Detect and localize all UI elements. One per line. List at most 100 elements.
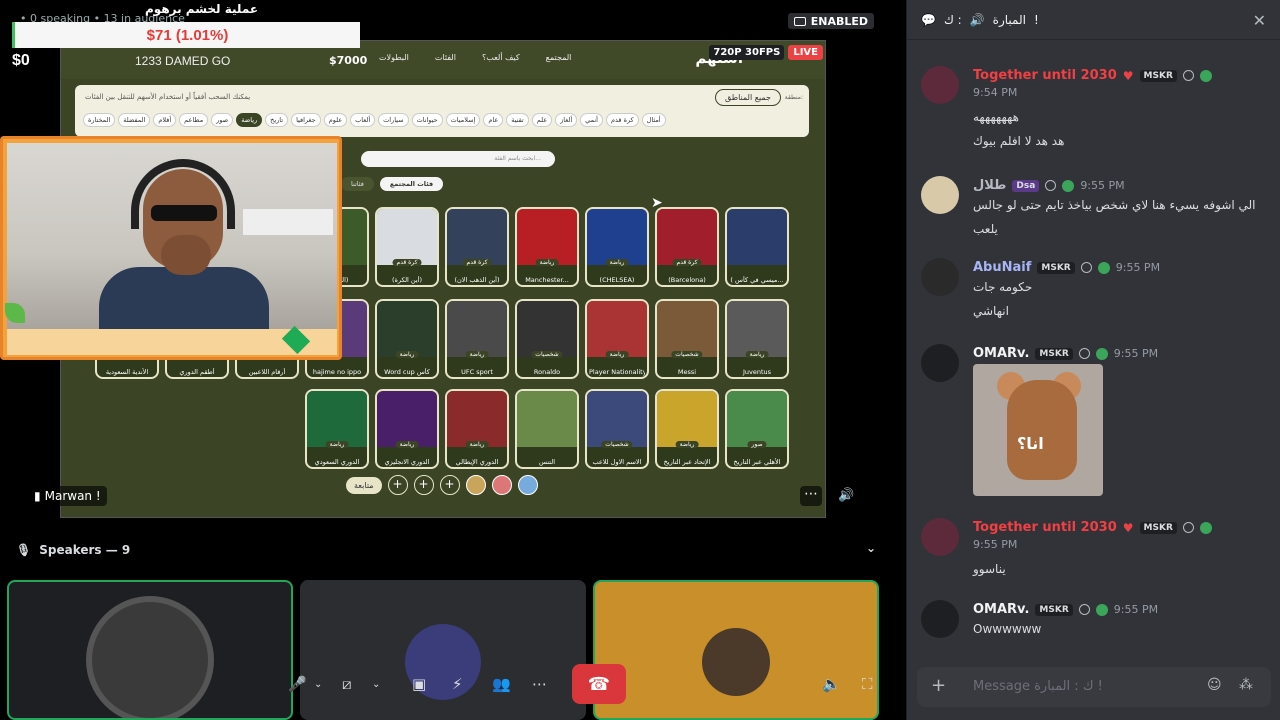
role-icon	[1095, 347, 1108, 360]
category-card[interactable]: شخصيات Messi	[655, 299, 719, 379]
camera-off-icon[interactable]: ⧄	[342, 670, 352, 698]
category-card[interactable]: رياضة الدوري الإيطالي	[445, 389, 509, 469]
close-icon[interactable]: ✕	[1253, 11, 1266, 30]
nav-categories[interactable]: الفئات	[435, 53, 456, 62]
username[interactable]: Together until 2030	[973, 68, 1117, 83]
category-chip[interactable]: المفضلة	[118, 113, 151, 127]
sunglasses-icon	[151, 205, 217, 221]
category-chip[interactable]: كرة قدم	[605, 113, 639, 127]
category-chip[interactable]: إسلاميات	[445, 113, 481, 127]
message-text: انهاشي	[973, 304, 1009, 318]
category-card[interactable]: رياضة الدوري السعودي	[305, 389, 369, 469]
add-button[interactable]: +	[413, 475, 434, 495]
username[interactable]: طلال	[973, 178, 1006, 193]
apps-icon[interactable]: ⁂	[1239, 677, 1253, 693]
avatar[interactable]	[921, 518, 959, 556]
avatar[interactable]	[921, 258, 959, 296]
card-image	[727, 301, 787, 357]
tab-community-categories[interactable]: فئات المجتمع	[379, 177, 444, 191]
category-chip[interactable]: رياضة	[236, 113, 263, 127]
avatar[interactable]	[921, 66, 959, 104]
volume-icon[interactable]: 🔈	[822, 670, 841, 698]
category-card[interactable]: رياضة الإتحاد عبر التاريخ	[655, 389, 719, 469]
speaker-tile[interactable]	[7, 580, 293, 720]
mic-icon: 🎙	[16, 543, 32, 557]
category-chip[interactable]: تقنية	[506, 113, 529, 127]
more-icon[interactable]: ⋯	[532, 670, 547, 698]
username[interactable]: AbuNaif	[973, 260, 1031, 275]
activity-icon[interactable]: ⚡	[452, 670, 463, 698]
category-search-input[interactable]: ابحث باسم الفئة...	[361, 151, 555, 167]
tab-my-categories[interactable]: فئاتنا	[341, 177, 374, 191]
message-input[interactable]	[973, 675, 1183, 697]
category-card[interactable]: صور الأهلي عبر التاريخ	[725, 389, 789, 469]
player-avatar[interactable]	[517, 475, 538, 495]
category-card[interactable]: كرة قدم (أين الكرة)	[375, 207, 439, 287]
category-card[interactable]: كرة قدم (Barcelona)	[655, 207, 719, 287]
category-chip[interactable]: جغرافيا	[291, 113, 321, 127]
username[interactable]: Together until 2030	[973, 520, 1117, 535]
category-card[interactable]: رياضة (CHELSEA)	[585, 207, 649, 287]
stream-more-button[interactable]: ⋯	[800, 486, 822, 506]
avatar[interactable]	[921, 176, 959, 214]
category-chip[interactable]: ألعاب	[350, 113, 376, 127]
category-card[interactable]: التنس	[515, 389, 579, 469]
category-chip[interactable]: أمثال	[641, 113, 666, 127]
site-score: 1233 DAMED GO	[135, 54, 231, 68]
avatar[interactable]	[921, 344, 959, 382]
volume-icon[interactable]: 🔊	[838, 488, 854, 503]
category-chip[interactable]: أفلام	[153, 113, 177, 127]
chevron-down-icon[interactable]: ⌄	[372, 670, 380, 698]
category-card[interactable]: شخصيات الاسم الاول للاعب	[585, 389, 649, 469]
username[interactable]: OMARv.	[973, 346, 1029, 361]
category-chip[interactable]: تاريخ	[265, 113, 289, 127]
card-category: رياضة	[605, 259, 629, 266]
category-card[interactable]: كرة قدم (أين الذهب الان)	[445, 207, 509, 287]
category-chip[interactable]: أنمي	[580, 113, 603, 127]
category-card[interactable]: رياضة Word cup كأس	[375, 299, 439, 379]
category-chip[interactable]: علم	[531, 113, 553, 127]
nav-how-to-play[interactable]: كيف ألعب؟	[482, 53, 520, 62]
mic-icon[interactable]: 🎤	[288, 670, 307, 698]
username[interactable]: OMARv.	[973, 602, 1029, 617]
player-avatar[interactable]	[465, 475, 486, 495]
add-button[interactable]: +	[387, 475, 408, 495]
card-category: صور	[747, 441, 767, 448]
category-card[interactable]: رياضة Juventus	[725, 299, 789, 379]
hang-up-icon[interactable]: ☎	[572, 664, 626, 704]
chevron-down-icon[interactable]: ⌄	[866, 541, 876, 555]
plus-icon[interactable]: +	[931, 675, 946, 696]
speakers-header[interactable]: 🎙 Speakers — 9 ⌄	[16, 540, 876, 560]
chevron-down-icon[interactable]: ⌄	[314, 670, 322, 698]
person-icon	[1182, 522, 1194, 533]
follow-button[interactable]: متابعة	[346, 476, 382, 494]
category-chip[interactable]: المختارة	[83, 113, 116, 127]
region-select[interactable]: جميع المناطق	[715, 89, 781, 106]
category-card[interactable]: رياضة الدوري الانجليزي	[375, 389, 439, 469]
category-chip[interactable]: مطاعم	[179, 113, 209, 127]
category-card[interactable]: رياضة Manchester...	[515, 207, 579, 287]
category-chip[interactable]: علوم	[323, 113, 348, 127]
category-chip[interactable]: سيارات	[378, 113, 409, 127]
sticker-image[interactable]: انا؟	[973, 364, 1103, 496]
category-chip[interactable]: صور	[211, 113, 234, 127]
player-avatar[interactable]	[491, 475, 512, 495]
screen-share-icon[interactable]: ▣	[412, 670, 426, 698]
nav-community[interactable]: المجتمع	[546, 53, 572, 62]
card-category: كرة قدم	[672, 259, 702, 266]
category-card[interactable]: شخصيات Ronaldo	[515, 299, 579, 379]
category-card[interactable]: رياضة Player Nationality	[585, 299, 649, 379]
emoji-icon[interactable]: ☺	[1207, 677, 1222, 693]
enabled-badge[interactable]: ENABLED	[787, 13, 874, 29]
category-card[interactable]: ( ميسي في كأس...	[725, 207, 789, 287]
person-icon	[1080, 262, 1092, 273]
category-chip[interactable]: ألغاز	[555, 113, 578, 127]
category-chip[interactable]: عام	[483, 113, 504, 127]
category-card[interactable]: رياضة UFC sport	[445, 299, 509, 379]
invite-icon[interactable]: 👥	[492, 670, 511, 698]
fullscreen-icon[interactable]: ⛶	[862, 670, 873, 698]
add-button[interactable]: +	[439, 475, 460, 495]
avatar[interactable]	[921, 600, 959, 638]
nav-tournaments[interactable]: البطولات	[379, 53, 409, 62]
category-chip[interactable]: حيوانات	[411, 113, 443, 127]
